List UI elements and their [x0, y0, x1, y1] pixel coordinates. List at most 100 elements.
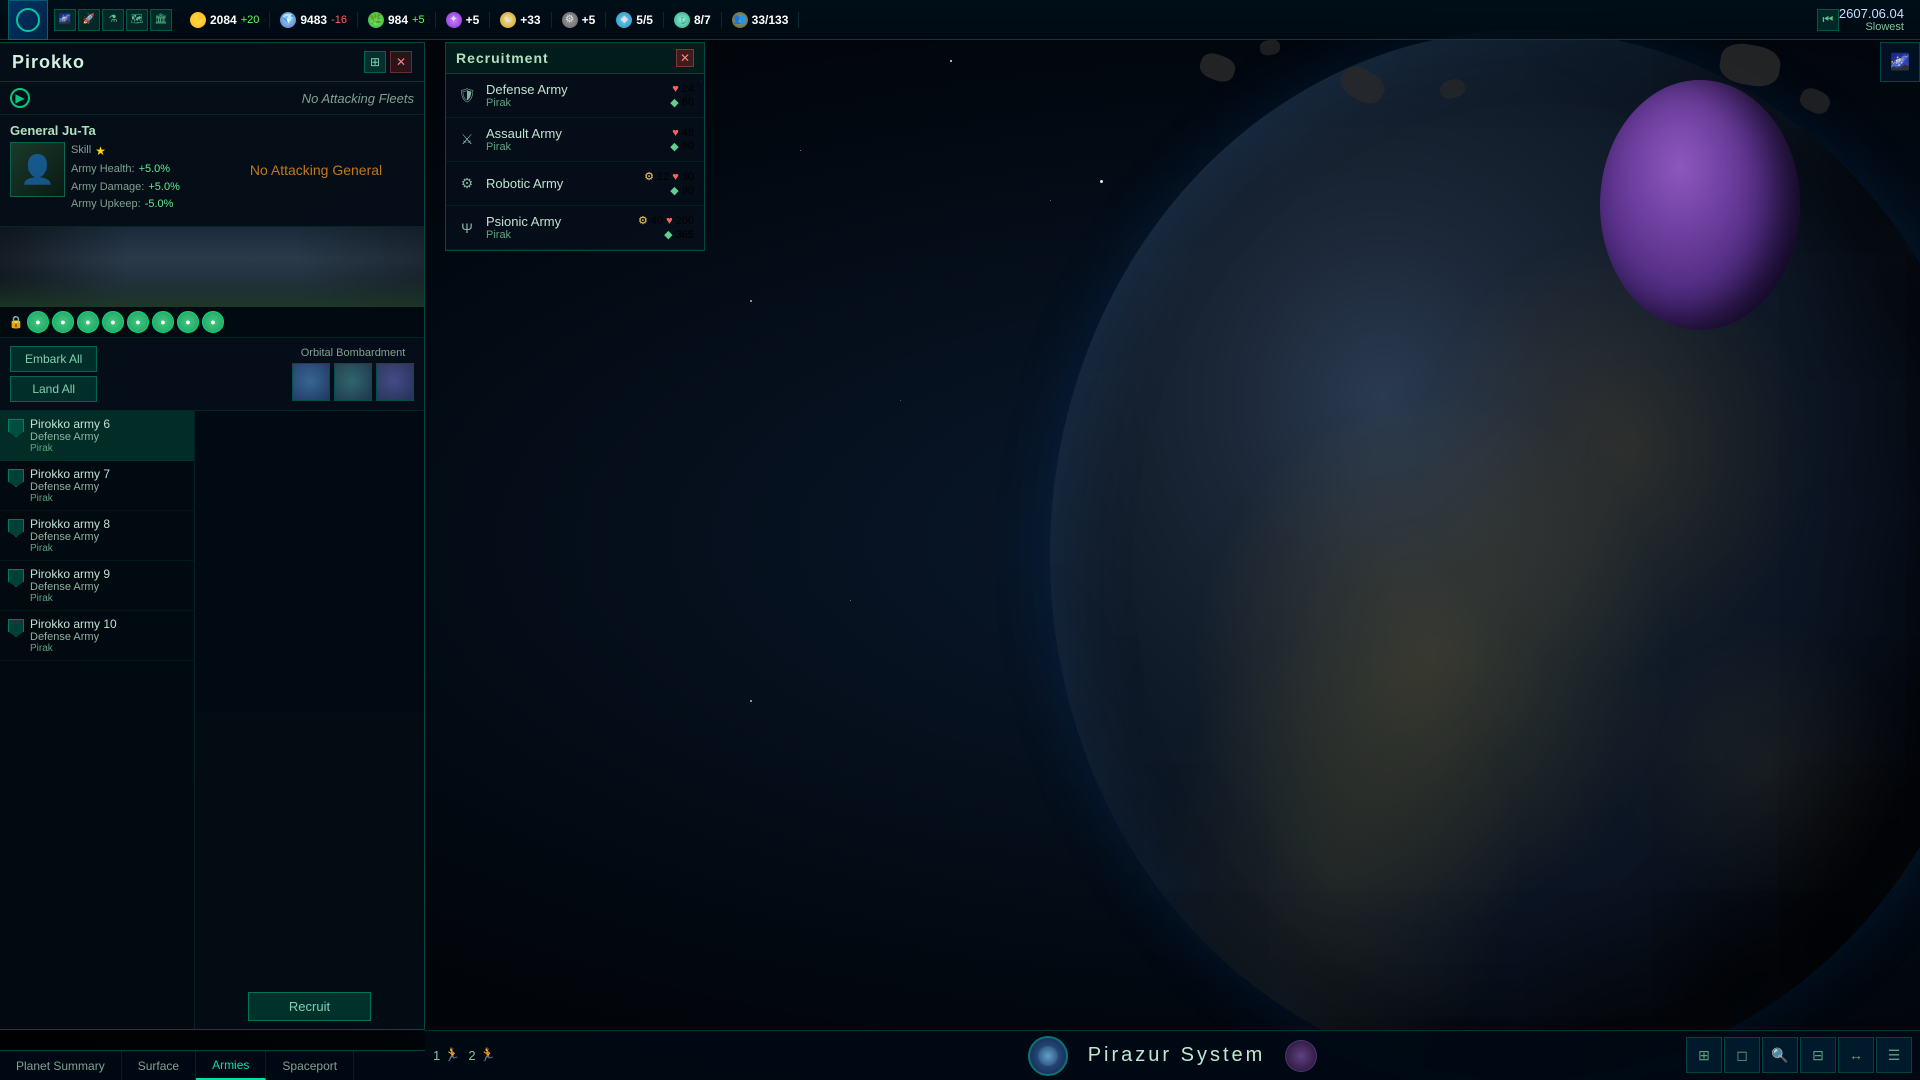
mineral-icon: ◆: [670, 184, 678, 197]
galaxy-icon: 🌌: [1890, 52, 1910, 72]
army-slot-3[interactable]: ●: [77, 311, 99, 333]
army-slot-5[interactable]: ●: [127, 311, 149, 333]
nav-icon-map[interactable]: 🗺: [126, 9, 148, 31]
skill-stars: ★: [95, 142, 106, 161]
army-shield-icon: [8, 519, 24, 537]
army-slot-2[interactable]: ●: [52, 311, 74, 333]
army-type: Defense Army: [30, 431, 186, 443]
naval-icon: ⚓: [674, 12, 690, 28]
general-left-panel: General Ju-Ta Skill ★ Army Health: +5.0%…: [10, 123, 210, 218]
energy-delta: +20: [241, 14, 260, 26]
assault-army-owner: Pirak: [486, 141, 662, 153]
unity-resource: ☯ +33: [490, 12, 551, 28]
army-shield-icon: [8, 419, 24, 437]
empire-flag[interactable]: [8, 0, 48, 40]
indicator-1: 1 🏃: [433, 1047, 460, 1063]
panel-maximize-button[interactable]: ⊞: [364, 51, 386, 73]
cost-row: ⚙ 40 ♥ 200: [638, 214, 694, 227]
army-info: Pirokko army 9 Defense Army Pirak: [30, 567, 186, 604]
pop-resource: 👥 33/133: [722, 12, 800, 28]
army-list-section: Pirokko army 6 Defense Army Pirak Pirokk…: [0, 411, 424, 1029]
robotic-army-info: Robotic Army: [486, 176, 636, 191]
media-controls: ⏮: [1807, 9, 1839, 31]
nav-icon-empire[interactable]: 🏛: [150, 9, 172, 31]
minerals-value: 9483: [300, 13, 327, 27]
orbital-item-3[interactable]: [376, 363, 414, 401]
recruit-defense-army[interactable]: 🛡 Defense Army Pirak ♥ 24 ◆ 60: [446, 74, 704, 118]
toolbar-expand-button[interactable]: ↔: [1838, 1037, 1874, 1073]
army-slot-6[interactable]: ●: [152, 311, 174, 333]
assault-army-cost-mineral: 90: [682, 140, 694, 152]
toolbar-menu-button[interactable]: ☰: [1876, 1037, 1912, 1073]
nav-icon-tech[interactable]: ⚗: [102, 9, 124, 31]
cost-row: ♥ 48: [672, 127, 694, 139]
army-name: Pirokko army 9: [30, 567, 186, 581]
consumer-goods-resource: ◆ 5/5: [606, 12, 664, 28]
list-item[interactable]: Pirokko army 7 Defense Army Pirak: [0, 461, 194, 511]
land-all-button[interactable]: Land All: [10, 376, 97, 402]
army-damage-row: Army Damage: +5.0%: [71, 179, 180, 197]
list-item[interactable]: Pirokko army 9 Defense Army Pirak: [0, 561, 194, 611]
orbital-item-2[interactable]: [334, 363, 372, 401]
system-icon-right[interactable]: [1285, 1040, 1317, 1072]
cost-row: ◆ 60: [670, 96, 694, 109]
army-owner: Pirak: [30, 543, 186, 554]
embark-all-button[interactable]: Embark All: [10, 346, 97, 372]
tab-surface[interactable]: Surface: [122, 1051, 196, 1080]
army-owner: Pirak: [30, 443, 186, 454]
recruitment-close-button[interactable]: ✕: [676, 49, 694, 67]
system-icon-left[interactable]: [1028, 1036, 1068, 1076]
tab-spaceport[interactable]: Spaceport: [266, 1051, 354, 1080]
orbital-item-1[interactable]: [292, 363, 330, 401]
army-list-right: Recruit: [195, 411, 424, 1029]
health-val: +5.0%: [139, 161, 171, 179]
army-slot-7[interactable]: ●: [177, 311, 199, 333]
army-slot-1[interactable]: ●: [27, 311, 49, 333]
list-item[interactable]: Pirokko army 8 Defense Army Pirak: [0, 511, 194, 561]
recruit-button[interactable]: Recruit: [248, 992, 371, 1021]
nav-icon-galaxy[interactable]: 🌌: [54, 9, 76, 31]
left-planet-panel: Pirokko ⊞ ✕ ▶ No Attacking Fleets Genera…: [0, 42, 425, 1030]
list-item[interactable]: Pirokko army 6 Defense Army Pirak: [0, 411, 194, 461]
army-upkeep-row: Army Upkeep: -5.0%: [71, 196, 180, 214]
game-date: 2607.06.04: [1839, 6, 1904, 21]
heart-icon: ♥: [672, 171, 679, 183]
tab-armies[interactable]: Armies: [196, 1051, 266, 1080]
toolbar-grid-button[interactable]: ⊞: [1686, 1037, 1722, 1073]
toolbar-view-button[interactable]: ◻: [1724, 1037, 1760, 1073]
orbital-bombardment-section: Orbital Bombardment: [292, 347, 414, 401]
toolbar-zoom-button[interactable]: 🔍: [1762, 1037, 1798, 1073]
robotic-army-cost-mineral: 90: [682, 185, 694, 197]
list-item[interactable]: Pirokko army 10 Defense Army Pirak: [0, 611, 194, 661]
slot-lock-icon: 🔒: [8, 314, 24, 330]
tab-planet-summary[interactable]: Planet Summary: [0, 1051, 122, 1080]
recruit-psionic-army[interactable]: Ψ Psionic Army Pirak ⚙ 40 ♥ 200 ◆ 365: [446, 206, 704, 250]
general-name: General Ju-Ta: [10, 123, 210, 138]
army-slot-4[interactable]: ●: [102, 311, 124, 333]
fleet-section: ▶ No Attacking Fleets: [0, 82, 424, 115]
heart-icon: ♥: [672, 127, 679, 139]
army-owner: Pirak: [30, 493, 186, 504]
army-info: Pirokko army 7 Defense Army Pirak: [30, 467, 186, 504]
skip-back-button[interactable]: ⏮: [1817, 9, 1839, 31]
mineral-icon: ◆: [670, 140, 678, 153]
panel-close-button[interactable]: ✕: [390, 51, 412, 73]
energy-resource: ⚡ 2084 +20: [180, 12, 270, 28]
pop-value: 33/133: [752, 13, 789, 27]
defense-army-costs: ♥ 24 ◆ 60: [670, 83, 694, 109]
assault-army-icon: ⚔: [456, 129, 478, 151]
galaxy-view-button[interactable]: 🌌: [1880, 42, 1920, 82]
game-speed: Slowest: [1839, 21, 1904, 33]
damage-val: +5.0%: [148, 179, 180, 197]
army-slot-8[interactable]: ●: [202, 311, 224, 333]
psionic-army-info: Psionic Army Pirak: [486, 214, 630, 241]
planet-header: Pirokko ⊞ ✕: [0, 43, 424, 82]
toolbar-minimize-button[interactable]: ⊟: [1800, 1037, 1836, 1073]
recruit-assault-army[interactable]: ⚔ Assault Army Pirak ♥ 48 ◆ 90: [446, 118, 704, 162]
recruit-robotic-army[interactable]: ⚙ Robotic Army ⚙ 12 ♥ 80 ◆ 90: [446, 162, 704, 206]
army-list-left: Pirokko army 6 Defense Army Pirak Pirokk…: [0, 411, 195, 1029]
general-avatar[interactable]: [10, 142, 65, 197]
indicator-2: 2 🏃: [468, 1047, 495, 1063]
nav-icon-ship[interactable]: 🚀: [78, 9, 100, 31]
no-attacking-general-label: No Attacking General: [250, 162, 382, 178]
